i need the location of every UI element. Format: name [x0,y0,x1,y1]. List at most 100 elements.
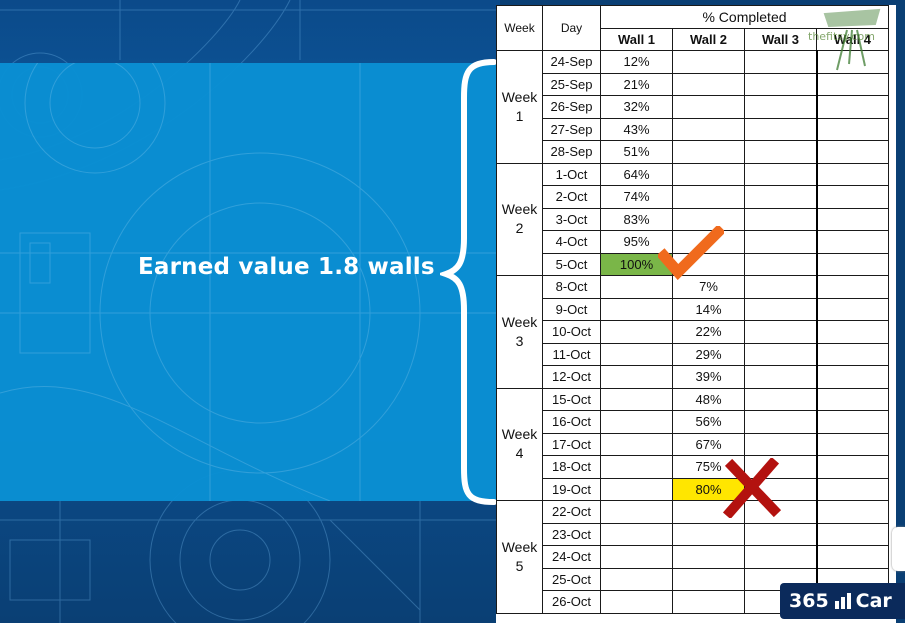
wall-3-cell [744,117,818,141]
table-row: 11-Oct 29% [497,342,889,366]
day-cell: 25-Sep [542,72,601,96]
wall-1-cell: 64% [600,162,673,186]
table-row: 28-Sep 51% [497,140,889,164]
day-cell: 9-Oct [542,297,601,321]
day-cell: 19-Oct [542,477,601,501]
table-row: 25-Sep 21% [497,72,889,96]
day-cell: 5-Oct [542,252,601,276]
table-row: 18-Oct 75% [497,455,889,479]
wall-4-cell [816,387,889,411]
day-cell: 4-Oct [542,230,601,254]
wall-4-cell [816,185,889,209]
wall-1-cell [600,500,673,524]
day-cell: 8-Oct [542,275,601,299]
wall-1-cell: 21% [600,72,673,96]
wall-1-cell: 12% [600,50,673,74]
wall-1-cell: 32% [600,95,673,119]
blueprint-background [0,0,500,623]
day-cell: 24-Sep [542,50,601,74]
wall-3-cell [744,230,818,254]
day-cell: 22-Oct [542,500,601,524]
wall-3-cell [744,185,818,209]
wall-4-cell [816,117,889,141]
wall-4-cell [816,545,889,569]
side-handle[interactable] [892,527,905,571]
wall-1-cell [600,297,673,321]
wall-3-cell [744,275,818,299]
day-cell: 10-Oct [542,320,601,344]
day-cell: 23-Oct [542,522,601,546]
header-week: Week [496,5,543,51]
wall-1-cell [600,522,673,546]
wall-1-cell [600,365,673,389]
wall-3-cell [744,297,818,321]
wall-3-cell [744,140,818,164]
wall-2-cell: 39% [672,365,745,389]
brand-badge: 365 Car [780,583,905,619]
wall-1-cell [600,320,673,344]
progress-table-panel: Week Day % Completed Wall 1 Wall 2 Wall … [496,5,896,623]
wall-2-cell [672,590,745,614]
table-row: 17-Oct 67% [497,432,889,456]
table-row: 26-Sep 32% [497,95,889,119]
wall-4-cell [816,207,889,231]
wall-1-cell [600,590,673,614]
day-cell: 24-Oct [542,545,601,569]
wall-4-cell [816,432,889,456]
wall-1-cell [600,477,673,501]
day-cell: 17-Oct [542,432,601,456]
wall-1-cell [600,342,673,366]
week-label: Week 1 [496,50,543,164]
day-cell: 15-Oct [542,387,601,411]
wall-2-cell [672,72,745,96]
wall-3-cell [744,162,818,186]
day-cell: 2-Oct [542,185,601,209]
wall-1-cell: 74% [600,185,673,209]
table-row: 16-Oct 56% [497,410,889,434]
wall-4-cell [816,72,889,96]
wall-4-cell [816,162,889,186]
brand-suffix: Car [855,590,892,612]
wall-4-cell [816,455,889,479]
wall-2-cell [672,522,745,546]
header-wall-3: Wall 3 [744,27,817,51]
day-cell: 26-Sep [542,95,601,119]
wall-2-cell [672,567,745,591]
wall-2-cell [672,117,745,141]
wall-4-cell [816,297,889,321]
wall-4-cell [816,275,889,299]
check-icon [658,226,724,280]
wall-2-cell [672,185,745,209]
wall-4-cell [816,522,889,546]
wall-2-cell: 56% [672,410,745,434]
wall-1-cell [600,387,673,411]
wall-3-cell [744,365,818,389]
table-row: 10-Oct 22% [497,320,889,344]
wall-4-cell [816,477,889,501]
watermark-text: thefitsy.com [808,30,875,43]
header-wall-1: Wall 1 [600,27,673,51]
table-row: Week 4 15-Oct 48% [496,387,889,501]
day-cell: 25-Oct [542,567,601,591]
wall-3-cell [744,522,818,546]
wall-2-cell [672,545,745,569]
table-row: 27-Sep 43% [497,117,889,141]
week-label: Week 2 [496,162,543,276]
wall-4-cell [816,320,889,344]
table-row: 19-Oct 80% [497,477,889,501]
week-label: Week 5 [496,500,543,614]
wall-3-cell [744,387,818,411]
wall-1-cell [600,410,673,434]
wall-3-cell [744,252,818,276]
week-label: Week 3 [496,275,543,389]
table-row: 9-Oct 14% [497,297,889,321]
table-row: 24-Oct [497,545,889,569]
day-cell: 28-Sep [542,140,601,164]
wall-2-cell [672,95,745,119]
presentation-slide: Earned value 1.8 walls Week Day % Comple… [0,0,905,623]
day-cell: 3-Oct [542,207,601,231]
wall-3-cell [744,545,818,569]
day-cell: 16-Oct [542,410,601,434]
cross-icon [722,458,782,518]
table-row: 2-Oct 74% [497,185,889,209]
